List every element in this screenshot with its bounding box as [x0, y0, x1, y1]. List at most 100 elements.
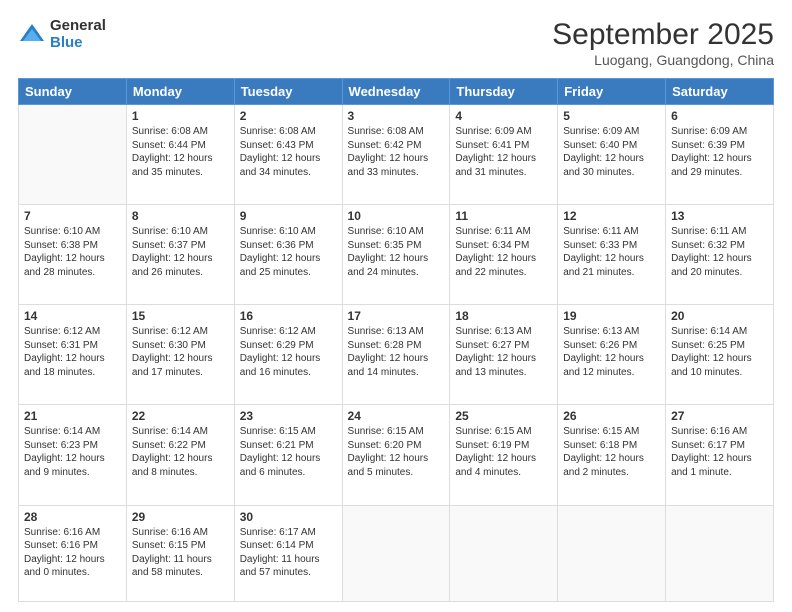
day-number: 20 — [671, 309, 768, 323]
calendar-cell: 27 Sunrise: 6:16 AM Sunset: 6:17 PM Dayli… — [666, 405, 774, 505]
day-number: 29 — [132, 510, 229, 524]
calendar-cell: 23 Sunrise: 6:15 AM Sunset: 6:21 PM Dayli… — [234, 405, 342, 505]
day-number: 22 — [132, 409, 229, 423]
month-title: September 2025 — [552, 18, 774, 52]
page: General Blue September 2025 Luogang, Gua… — [0, 0, 792, 612]
calendar-cell: 25Sunrise: 6:15 AM Sunset: 6:19 PM Dayli… — [450, 405, 558, 505]
day-info: Sunrise: 6:17 AM Sunset: 6:14 PM Dayligh… — [240, 526, 337, 580]
calendar-cell: 17Sunrise: 6:13 AM Sunset: 6:28 PM Dayli… — [342, 305, 450, 405]
calendar-cell: 8Sunrise: 6:10 AM Sunset: 6:37 PM Daylig… — [126, 205, 234, 305]
day-number: 10 — [348, 209, 445, 223]
day-number: 19 — [563, 309, 660, 323]
calendar-cell: 11 Sunrise: 6:11 AM Sunset: 6:34 PM Dayli… — [450, 205, 558, 305]
day-info: Sunrise: 6:14 AM Sunset: 6:25 PM Dayligh… — [671, 325, 768, 379]
week-row-2: 14Sunrise: 6:12 AM Sunset: 6:31 PM Dayli… — [19, 305, 774, 405]
calendar-cell: 4Sunrise: 6:09 AM Sunset: 6:41 PM Daylig… — [450, 105, 558, 205]
calendar-cell: 9 Sunrise: 6:10 AM Sunset: 6:36 PM Daylig… — [234, 205, 342, 305]
calendar-header-row: SundayMondayTuesdayWednesdayThursdayFrid… — [19, 79, 774, 105]
calendar-cell: 2 Sunrise: 6:08 AM Sunset: 6:43 PM Daylig… — [234, 105, 342, 205]
day-info: Sunrise: 6:09 AM Sunset: 6:39 PM Dayligh… — [671, 125, 768, 179]
calendar-cell: 19 Sunrise: 6:13 AM Sunset: 6:26 PM Dayli… — [558, 305, 666, 405]
day-number: 28 — [24, 510, 121, 524]
day-info: Sunrise: 6:08 AM Sunset: 6:44 PM Dayligh… — [132, 125, 229, 179]
day-number: 14 — [24, 309, 121, 323]
calendar-cell: 24Sunrise: 6:15 AM Sunset: 6:20 PM Dayli… — [342, 405, 450, 505]
calendar-cell: 20 Sunrise: 6:14 AM Sunset: 6:25 PM Dayli… — [666, 305, 774, 405]
calendar-cell: 3Sunrise: 6:08 AM Sunset: 6:42 PM Daylig… — [342, 105, 450, 205]
day-info: Sunrise: 6:10 AM Sunset: 6:36 PM Dayligh… — [240, 225, 337, 279]
day-info: Sunrise: 6:08 AM Sunset: 6:43 PM Dayligh… — [240, 125, 337, 179]
location: Luogang, Guangdong, China — [552, 52, 774, 68]
week-row-0: 1 Sunrise: 6:08 AM Sunset: 6:44 PM Daylig… — [19, 105, 774, 205]
week-row-1: 7 Sunrise: 6:10 AM Sunset: 6:38 PM Daylig… — [19, 205, 774, 305]
header: General Blue September 2025 Luogang, Gua… — [18, 18, 774, 68]
calendar-cell: 5 Sunrise: 6:09 AM Sunset: 6:40 PM Daylig… — [558, 105, 666, 205]
day-info: Sunrise: 6:11 AM Sunset: 6:33 PM Dayligh… — [563, 225, 660, 279]
calendar-cell: 14Sunrise: 6:12 AM Sunset: 6:31 PM Dayli… — [19, 305, 127, 405]
calendar-cell: 6 Sunrise: 6:09 AM Sunset: 6:39 PM Daylig… — [666, 105, 774, 205]
calendar-cell: 30 Sunrise: 6:17 AM Sunset: 6:14 PM Dayli… — [234, 505, 342, 602]
day-info: Sunrise: 6:16 AM Sunset: 6:16 PM Dayligh… — [24, 526, 121, 580]
day-number: 2 — [240, 109, 337, 123]
day-info: Sunrise: 6:12 AM Sunset: 6:30 PM Dayligh… — [132, 325, 229, 379]
calendar-cell: 16 Sunrise: 6:12 AM Sunset: 6:29 PM Dayli… — [234, 305, 342, 405]
day-number: 23 — [240, 409, 337, 423]
logo: General Blue — [18, 18, 106, 51]
day-number: 8 — [132, 209, 229, 223]
calendar-cell: 22Sunrise: 6:14 AM Sunset: 6:22 PM Dayli… — [126, 405, 234, 505]
logo-icon — [18, 21, 46, 49]
day-info: Sunrise: 6:10 AM Sunset: 6:35 PM Dayligh… — [348, 225, 445, 279]
day-number: 7 — [24, 209, 121, 223]
calendar-cell: 13 Sunrise: 6:11 AM Sunset: 6:32 PM Dayli… — [666, 205, 774, 305]
header-sunday: Sunday — [19, 79, 127, 105]
calendar-cell: 18 Sunrise: 6:13 AM Sunset: 6:27 PM Dayli… — [450, 305, 558, 405]
day-info: Sunrise: 6:14 AM Sunset: 6:23 PM Dayligh… — [24, 425, 121, 479]
calendar-cell: 21 Sunrise: 6:14 AM Sunset: 6:23 PM Dayli… — [19, 405, 127, 505]
calendar-cell — [450, 505, 558, 602]
header-tuesday: Tuesday — [234, 79, 342, 105]
day-number: 11 — [455, 209, 552, 223]
calendar-cell — [558, 505, 666, 602]
day-number: 13 — [671, 209, 768, 223]
calendar-cell: 28 Sunrise: 6:16 AM Sunset: 6:16 PM Dayli… — [19, 505, 127, 602]
day-number: 5 — [563, 109, 660, 123]
day-number: 18 — [455, 309, 552, 323]
day-info: Sunrise: 6:15 AM Sunset: 6:21 PM Dayligh… — [240, 425, 337, 479]
day-info: Sunrise: 6:15 AM Sunset: 6:20 PM Dayligh… — [348, 425, 445, 479]
week-row-4: 28 Sunrise: 6:16 AM Sunset: 6:16 PM Dayli… — [19, 505, 774, 602]
day-info: Sunrise: 6:11 AM Sunset: 6:32 PM Dayligh… — [671, 225, 768, 279]
day-info: Sunrise: 6:13 AM Sunset: 6:28 PM Dayligh… — [348, 325, 445, 379]
day-info: Sunrise: 6:12 AM Sunset: 6:29 PM Dayligh… — [240, 325, 337, 379]
day-info: Sunrise: 6:13 AM Sunset: 6:27 PM Dayligh… — [455, 325, 552, 379]
day-info: Sunrise: 6:13 AM Sunset: 6:26 PM Dayligh… — [563, 325, 660, 379]
day-number: 16 — [240, 309, 337, 323]
day-number: 6 — [671, 109, 768, 123]
header-thursday: Thursday — [450, 79, 558, 105]
day-number: 9 — [240, 209, 337, 223]
day-number: 4 — [455, 109, 552, 123]
calendar-cell — [19, 105, 127, 205]
calendar-cell — [342, 505, 450, 602]
header-wednesday: Wednesday — [342, 79, 450, 105]
logo-general-text: General — [50, 18, 106, 35]
day-info: Sunrise: 6:11 AM Sunset: 6:34 PM Dayligh… — [455, 225, 552, 279]
day-number: 27 — [671, 409, 768, 423]
day-info: Sunrise: 6:09 AM Sunset: 6:40 PM Dayligh… — [563, 125, 660, 179]
day-number: 30 — [240, 510, 337, 524]
title-block: September 2025 Luogang, Guangdong, China — [552, 18, 774, 68]
header-saturday: Saturday — [666, 79, 774, 105]
day-info: Sunrise: 6:08 AM Sunset: 6:42 PM Dayligh… — [348, 125, 445, 179]
header-friday: Friday — [558, 79, 666, 105]
day-number: 1 — [132, 109, 229, 123]
day-number: 26 — [563, 409, 660, 423]
calendar-cell: 1 Sunrise: 6:08 AM Sunset: 6:44 PM Daylig… — [126, 105, 234, 205]
day-number: 12 — [563, 209, 660, 223]
day-info: Sunrise: 6:15 AM Sunset: 6:19 PM Dayligh… — [455, 425, 552, 479]
calendar-cell: 10 Sunrise: 6:10 AM Sunset: 6:35 PM Dayli… — [342, 205, 450, 305]
day-number: 21 — [24, 409, 121, 423]
calendar-cell: 29 Sunrise: 6:16 AM Sunset: 6:15 PM Dayli… — [126, 505, 234, 602]
day-info: Sunrise: 6:10 AM Sunset: 6:38 PM Dayligh… — [24, 225, 121, 279]
calendar-cell — [666, 505, 774, 602]
day-info: Sunrise: 6:16 AM Sunset: 6:15 PM Dayligh… — [132, 526, 229, 580]
day-info: Sunrise: 6:16 AM Sunset: 6:17 PM Dayligh… — [671, 425, 768, 479]
